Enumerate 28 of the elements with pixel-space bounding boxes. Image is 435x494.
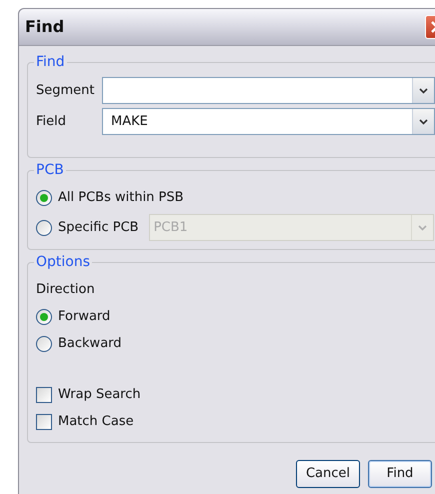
group-title: Options: [34, 252, 92, 272]
dialog-button[interactable]: Find: [368, 460, 432, 488]
chevron-down-icon: [419, 88, 428, 94]
dropdown-button[interactable]: [412, 109, 434, 134]
checkbox[interactable]: [36, 414, 52, 430]
radio-button[interactable]: [36, 336, 52, 352]
radio-button[interactable]: [36, 308, 52, 324]
dropdown-field[interactable]: [102, 77, 435, 104]
dropdown-button[interactable]: [412, 78, 434, 103]
radio-label: Specific PCB: [58, 218, 139, 237]
radio-button[interactable]: [36, 190, 52, 206]
field-value: MAKE: [110, 112, 149, 131]
field-value: PCB1: [152, 218, 189, 237]
radio-button[interactable]: [36, 220, 52, 236]
window-title: Find: [25, 16, 66, 38]
chevron-down-icon: [418, 224, 427, 230]
field-label: Segment: [36, 82, 94, 100]
radio-label: All PCBs within PSB: [58, 188, 184, 207]
chevron-down-icon: [419, 118, 428, 124]
checkbox-label: Wrap Search: [58, 386, 141, 404]
dropdown-field[interactable]: MAKE: [102, 108, 435, 135]
field-label: Field: [36, 112, 68, 131]
direction-label: Direction: [36, 281, 96, 299]
radio-label: Forward: [58, 308, 110, 326]
checkbox-label: Match Case: [58, 412, 134, 431]
radio-label: Backward: [58, 334, 122, 353]
dialog-button[interactable]: Cancel: [296, 460, 360, 488]
checkbox[interactable]: [36, 386, 52, 402]
